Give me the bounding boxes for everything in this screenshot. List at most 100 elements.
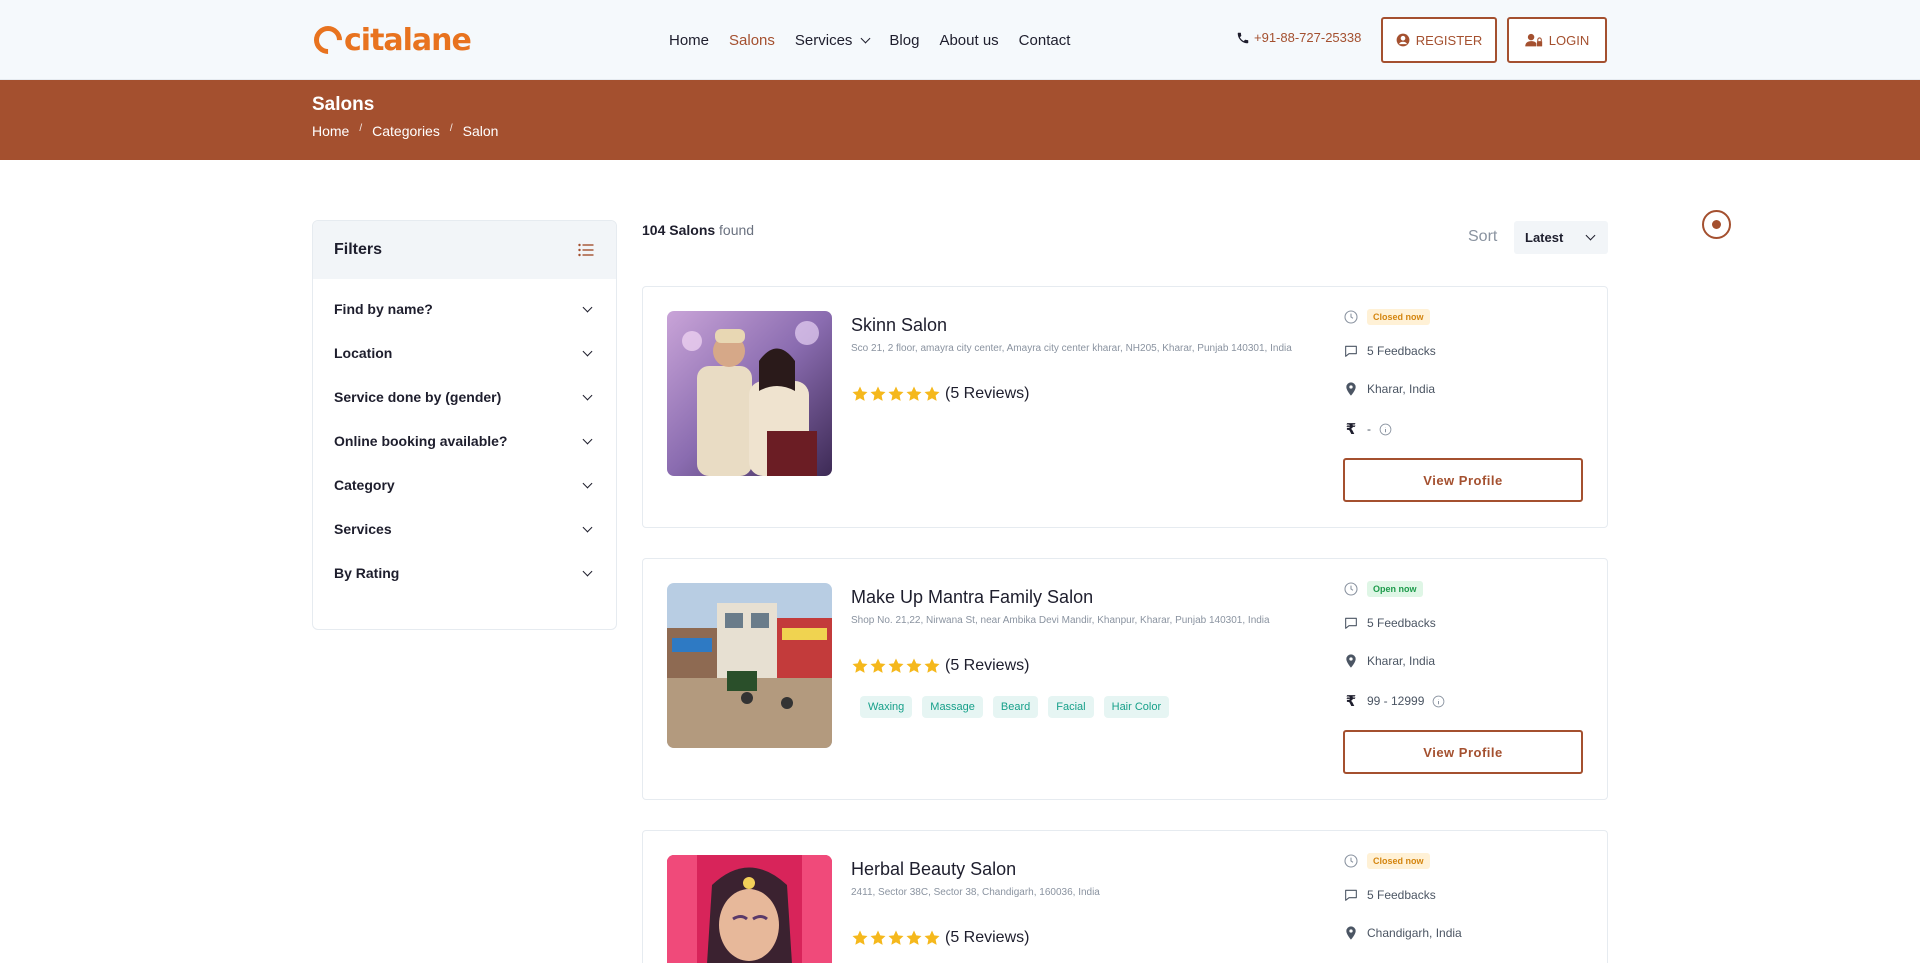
filter-location[interactable]: Location xyxy=(313,331,616,375)
filter-gender[interactable]: Service done by (gender) xyxy=(313,375,616,419)
service-tag[interactable]: Hair Color xyxy=(1103,696,1170,718)
service-tag[interactable]: Beard xyxy=(992,696,1039,718)
salon-image[interactable] xyxy=(667,311,832,476)
nav-services[interactable]: Services xyxy=(794,31,871,49)
filter-find-by-name[interactable]: Find by name? xyxy=(313,287,616,331)
nav-about-label: About us xyxy=(939,31,999,49)
nav-blog[interactable]: Blog xyxy=(889,32,919,49)
sort-select[interactable]: Latest xyxy=(1514,221,1608,254)
salon-card: Herbal Beauty Salon 2411, Sector 38C, Se… xyxy=(642,830,1608,963)
star-icon xyxy=(870,386,886,401)
filter-label: By Rating xyxy=(334,565,400,581)
salon-address: Sco 21, 2 floor, amayra city center, Ama… xyxy=(851,343,1292,354)
filter-category[interactable]: Category xyxy=(313,463,616,507)
breadcrumb: Home / Categories / Salon xyxy=(312,122,498,140)
info-icon[interactable] xyxy=(1379,423,1392,436)
clock-icon xyxy=(1344,854,1358,868)
filter-services[interactable]: Services xyxy=(313,507,616,551)
chevron-down-icon xyxy=(1585,230,1596,241)
salon-name[interactable]: Make Up Mantra Family Salon xyxy=(851,587,1093,608)
nav-salons-label: Salons xyxy=(729,31,775,49)
rating-stars: (5 Reviews) xyxy=(851,929,1029,947)
status-row: Closed now xyxy=(1343,309,1583,325)
status-badge: Closed now xyxy=(1367,309,1430,325)
view-profile-button[interactable]: View Profile xyxy=(1343,458,1583,502)
location-row: Chandigarh, India xyxy=(1343,925,1583,941)
list-icon[interactable] xyxy=(578,243,594,257)
star-icon xyxy=(906,386,922,401)
chevron-down-icon xyxy=(582,346,593,356)
filters-header: Filters xyxy=(313,221,616,279)
filter-by-rating[interactable]: By Rating xyxy=(313,551,616,595)
star-icon xyxy=(852,658,868,673)
login-button[interactable]: LOGIN xyxy=(1507,17,1607,63)
register-button[interactable]: REGISTER xyxy=(1381,17,1497,63)
nav-contact-label: Contact xyxy=(1018,31,1071,49)
price-range: - xyxy=(1367,422,1371,436)
service-tag[interactable]: Massage xyxy=(922,696,983,718)
location-text: Kharar, India xyxy=(1367,382,1436,396)
chevron-down-icon xyxy=(582,522,593,532)
view-profile-button[interactable]: View Profile xyxy=(1343,730,1583,774)
filter-label: Find by name? xyxy=(334,301,433,317)
salon-name[interactable]: Skinn Salon xyxy=(851,315,947,336)
feedback-count: 5 Feedbacks xyxy=(1367,344,1436,358)
user-lock-icon xyxy=(1525,33,1542,47)
location-row: Kharar, India xyxy=(1343,381,1583,397)
salon-image[interactable] xyxy=(667,583,832,748)
page-title: Salons xyxy=(312,94,375,115)
nav-contact[interactable]: Contact xyxy=(1019,32,1071,49)
star-icon xyxy=(852,930,868,945)
salon-card: Make Up Mantra Family Salon Shop No. 21,… xyxy=(642,558,1608,800)
chevron-down-icon xyxy=(582,434,593,444)
breadcrumb-categories[interactable]: Categories xyxy=(372,123,440,139)
phone-number: +91-88-727-25338 xyxy=(1254,30,1362,45)
star-icon xyxy=(924,930,940,945)
location-row: Kharar, India xyxy=(1343,653,1583,669)
feedback-count: 5 Feedbacks xyxy=(1367,888,1436,902)
rupee-icon: ₹ xyxy=(1345,421,1357,438)
salon-address: 2411, Sector 38C, Sector 38, Chandigarh,… xyxy=(851,887,1100,898)
clock-icon xyxy=(1344,310,1358,324)
salon-image[interactable] xyxy=(667,855,832,963)
filter-label: Category xyxy=(334,477,395,493)
location-text: Chandigarh, India xyxy=(1367,926,1462,940)
nav-services-label: Services xyxy=(794,31,853,49)
filter-list: Find by name? Location Service done by (… xyxy=(313,279,616,595)
nav-about[interactable]: About us xyxy=(939,32,998,49)
filter-online-booking[interactable]: Online booking available? xyxy=(313,419,616,463)
star-icon xyxy=(870,930,886,945)
status-row: Open now xyxy=(1343,581,1583,597)
salon-name[interactable]: Herbal Beauty Salon xyxy=(851,859,1016,880)
star-icon xyxy=(888,930,904,945)
service-tag[interactable]: Waxing xyxy=(860,696,913,718)
breadcrumb-separator: / xyxy=(359,122,363,134)
info-icon[interactable] xyxy=(1432,695,1445,708)
nav-salons[interactable]: Salons xyxy=(729,32,775,49)
star-icon xyxy=(906,930,922,945)
chevron-down-icon xyxy=(860,33,871,43)
filter-label: Online booking available? xyxy=(334,433,508,449)
review-count: (5 Reviews) xyxy=(945,657,1030,674)
review-count: (5 Reviews) xyxy=(945,929,1030,946)
logo-text: citalane xyxy=(344,22,472,58)
phone-link[interactable]: +91-88-727-25338 xyxy=(1236,30,1361,45)
map-pin-icon xyxy=(1346,654,1356,668)
salon-address: Shop No. 21,22, Nirwana St, near Ambika … xyxy=(851,615,1270,626)
breadcrumb-home[interactable]: Home xyxy=(312,123,349,139)
location-text: Kharar, India xyxy=(1367,654,1436,668)
star-icon xyxy=(870,658,886,673)
rupee-icon: ₹ xyxy=(1345,693,1357,710)
nav-home-label: Home xyxy=(669,31,710,49)
service-tag[interactable]: Facial xyxy=(1048,696,1094,718)
register-label: REGISTER xyxy=(1415,32,1483,48)
floating-action-button[interactable] xyxy=(1702,210,1731,239)
filters-panel: Filters Find by name? Location Service d… xyxy=(312,220,617,630)
price-row: ₹ 99 - 12999 xyxy=(1343,692,1583,710)
feedback-row: 5 Feedbacks xyxy=(1343,887,1583,903)
logo[interactable]: citalane xyxy=(308,20,472,60)
chevron-down-icon xyxy=(582,302,593,312)
nav-home[interactable]: Home xyxy=(669,32,709,49)
star-icon xyxy=(888,658,904,673)
results-count: 104 Salons found xyxy=(642,222,754,238)
